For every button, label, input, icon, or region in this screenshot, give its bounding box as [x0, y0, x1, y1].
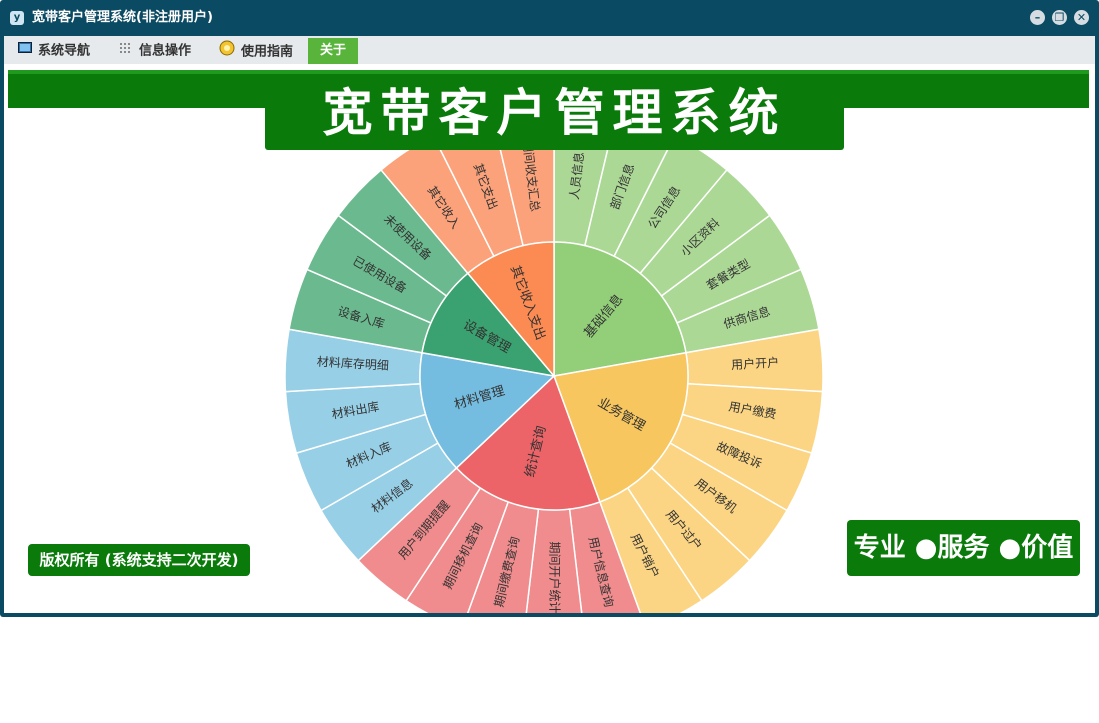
monitor-icon: [18, 40, 32, 62]
submenu-label: 用户开户: [731, 354, 780, 372]
minimize-icon[interactable]: –: [1030, 10, 1045, 25]
menu-info-ops[interactable]: 信息操作: [119, 40, 191, 62]
menu-user-guide[interactable]: 使用指南: [219, 40, 293, 62]
menu-bar: 系统导航 信息操作 使用指南 关于: [4, 36, 1095, 64]
menu-about[interactable]: 关于: [308, 38, 359, 64]
menu-system-nav[interactable]: 系统导航: [18, 40, 90, 62]
bulb-icon: [219, 40, 235, 64]
app-window: y 宽带客户管理系统(非注册用户) – ❐ ✕ 系统导航 信息操作 使用指南 关…: [0, 0, 1099, 617]
menu-label: 使用指南: [241, 44, 294, 60]
slogan-badge: 专业 ●服务 ●价值: [847, 520, 1080, 576]
grid-icon: [119, 40, 133, 62]
title-bar[interactable]: y 宽带客户管理系统(非注册用户) – ❐ ✕: [0, 0, 1099, 36]
title-banner: 宽带客户管理系统: [265, 76, 844, 150]
restore-icon[interactable]: ❐: [1052, 10, 1067, 25]
submenu-label: 期间开户统计: [548, 541, 563, 613]
main-content: 人员信息 部门信息 公司信息 小区资料 套餐类型 供商信息 基础信息 用户开户 用户缴费 故障投诉…: [4, 64, 1095, 613]
app-logo-icon: y: [10, 11, 24, 25]
menu-label: 信息操作: [139, 43, 192, 59]
close-icon[interactable]: ✕: [1074, 10, 1089, 25]
menu-label: 系统导航: [38, 43, 91, 59]
copyright-badge: 版权所有 (系统支持二次开发): [28, 544, 250, 576]
window-title: 宽带客户管理系统(非注册用户): [32, 10, 213, 25]
system-title: 宽带客户管理系统: [322, 84, 787, 142]
